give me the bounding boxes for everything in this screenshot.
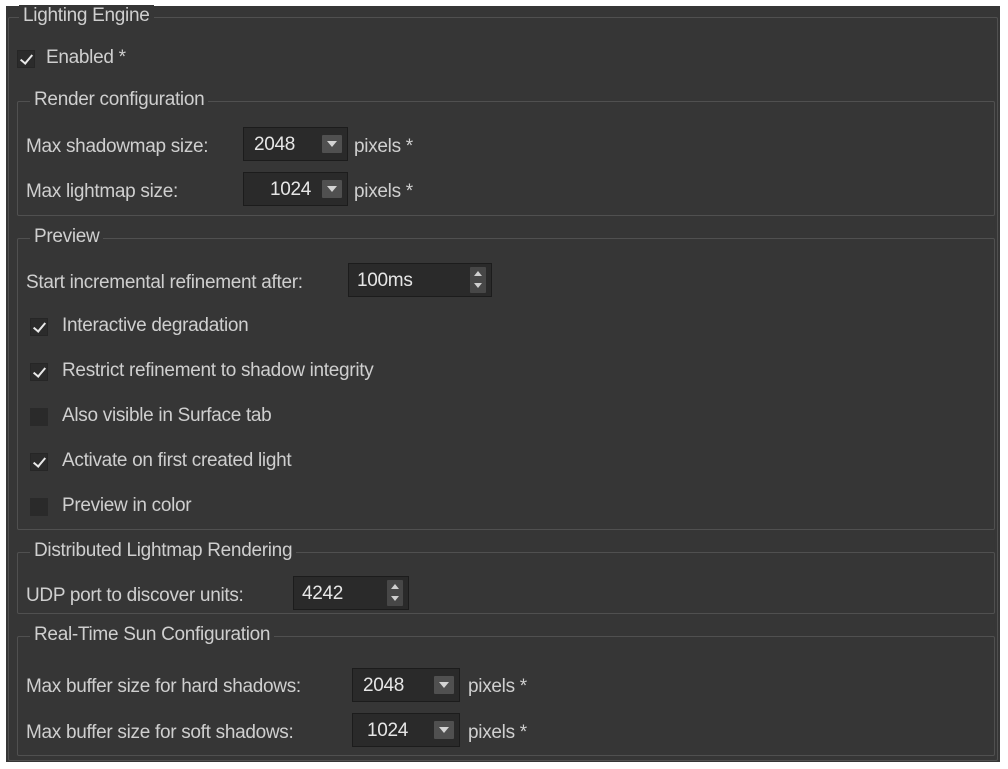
hard-shadows-select[interactable]: 2048: [352, 668, 460, 702]
chevron-down-icon[interactable]: [322, 180, 342, 198]
activate-first-light-checkbox[interactable]: [30, 453, 48, 471]
udp-port-spinbox[interactable]: 4242: [293, 576, 409, 610]
preview-color-label: Preview in color: [62, 495, 192, 516]
enabled-label: Enabled *: [46, 47, 126, 68]
shadowmap-label: Max shadowmap size:: [26, 136, 209, 157]
distributed-title: Distributed Lightmap Rendering: [30, 540, 297, 562]
preview-title: Preview: [30, 226, 104, 248]
lightmap-label: Max lightmap size:: [26, 181, 178, 202]
chevron-down-icon[interactable]: [322, 135, 342, 153]
enabled-checkbox[interactable]: [17, 50, 35, 68]
lighting-engine-title: Lighting Engine: [19, 5, 154, 27]
spinner-buttons[interactable]: [470, 267, 486, 293]
interactive-degradation-checkbox[interactable]: [30, 318, 48, 336]
settings-panel: Lighting Engine Enabled * Render configu…: [0, 0, 1008, 769]
arrow-down-icon[interactable]: [391, 596, 399, 601]
soft-unit: pixels *: [468, 722, 527, 743]
soft-shadows-label: Max buffer size for soft shadows:: [26, 722, 294, 743]
arrow-down-icon[interactable]: [474, 283, 482, 288]
lightmap-unit: pixels *: [354, 181, 413, 202]
udp-value: 4242: [302, 583, 344, 604]
chevron-down-icon[interactable]: [434, 676, 454, 694]
hard-unit: pixels *: [468, 676, 527, 697]
surface-tab-label: Also visible in Surface tab: [62, 405, 272, 426]
render-config-title: Render configuration: [30, 89, 209, 111]
refine-value: 100ms: [357, 270, 413, 291]
lightmap-size-select[interactable]: 1024: [243, 172, 348, 206]
sun-config-title: Real-Time Sun Configuration: [30, 624, 275, 646]
shadowmap-value: 2048: [254, 134, 296, 155]
arrow-up-icon[interactable]: [391, 584, 399, 589]
activate-first-light-label: Activate on first created light: [62, 450, 292, 471]
interactive-degradation-label: Interactive degradation: [62, 315, 249, 336]
shadowmap-unit: pixels *: [354, 136, 413, 157]
udp-label: UDP port to discover units:: [26, 585, 244, 606]
refine-delay-spinbox[interactable]: 100ms: [348, 263, 492, 297]
lighting-engine-panel: Lighting Engine Enabled * Render configu…: [6, 5, 1000, 762]
restrict-refinement-label: Restrict refinement to shadow integrity: [62, 360, 374, 381]
restrict-refinement-checkbox[interactable]: [30, 363, 48, 381]
surface-tab-checkbox[interactable]: [30, 408, 48, 426]
shadowmap-size-select[interactable]: 2048: [243, 127, 348, 161]
hard-value: 2048: [363, 675, 405, 696]
hard-shadows-label: Max buffer size for hard shadows:: [26, 676, 301, 697]
lightmap-value: 1024: [270, 179, 312, 200]
soft-value: 1024: [367, 720, 409, 741]
soft-shadows-select[interactable]: 1024: [352, 713, 460, 747]
preview-color-checkbox[interactable]: [30, 498, 48, 516]
chevron-down-icon[interactable]: [434, 721, 454, 739]
spinner-buttons[interactable]: [387, 580, 403, 606]
arrow-up-icon[interactable]: [474, 271, 482, 276]
refine-label: Start incremental refinement after:: [26, 272, 303, 293]
